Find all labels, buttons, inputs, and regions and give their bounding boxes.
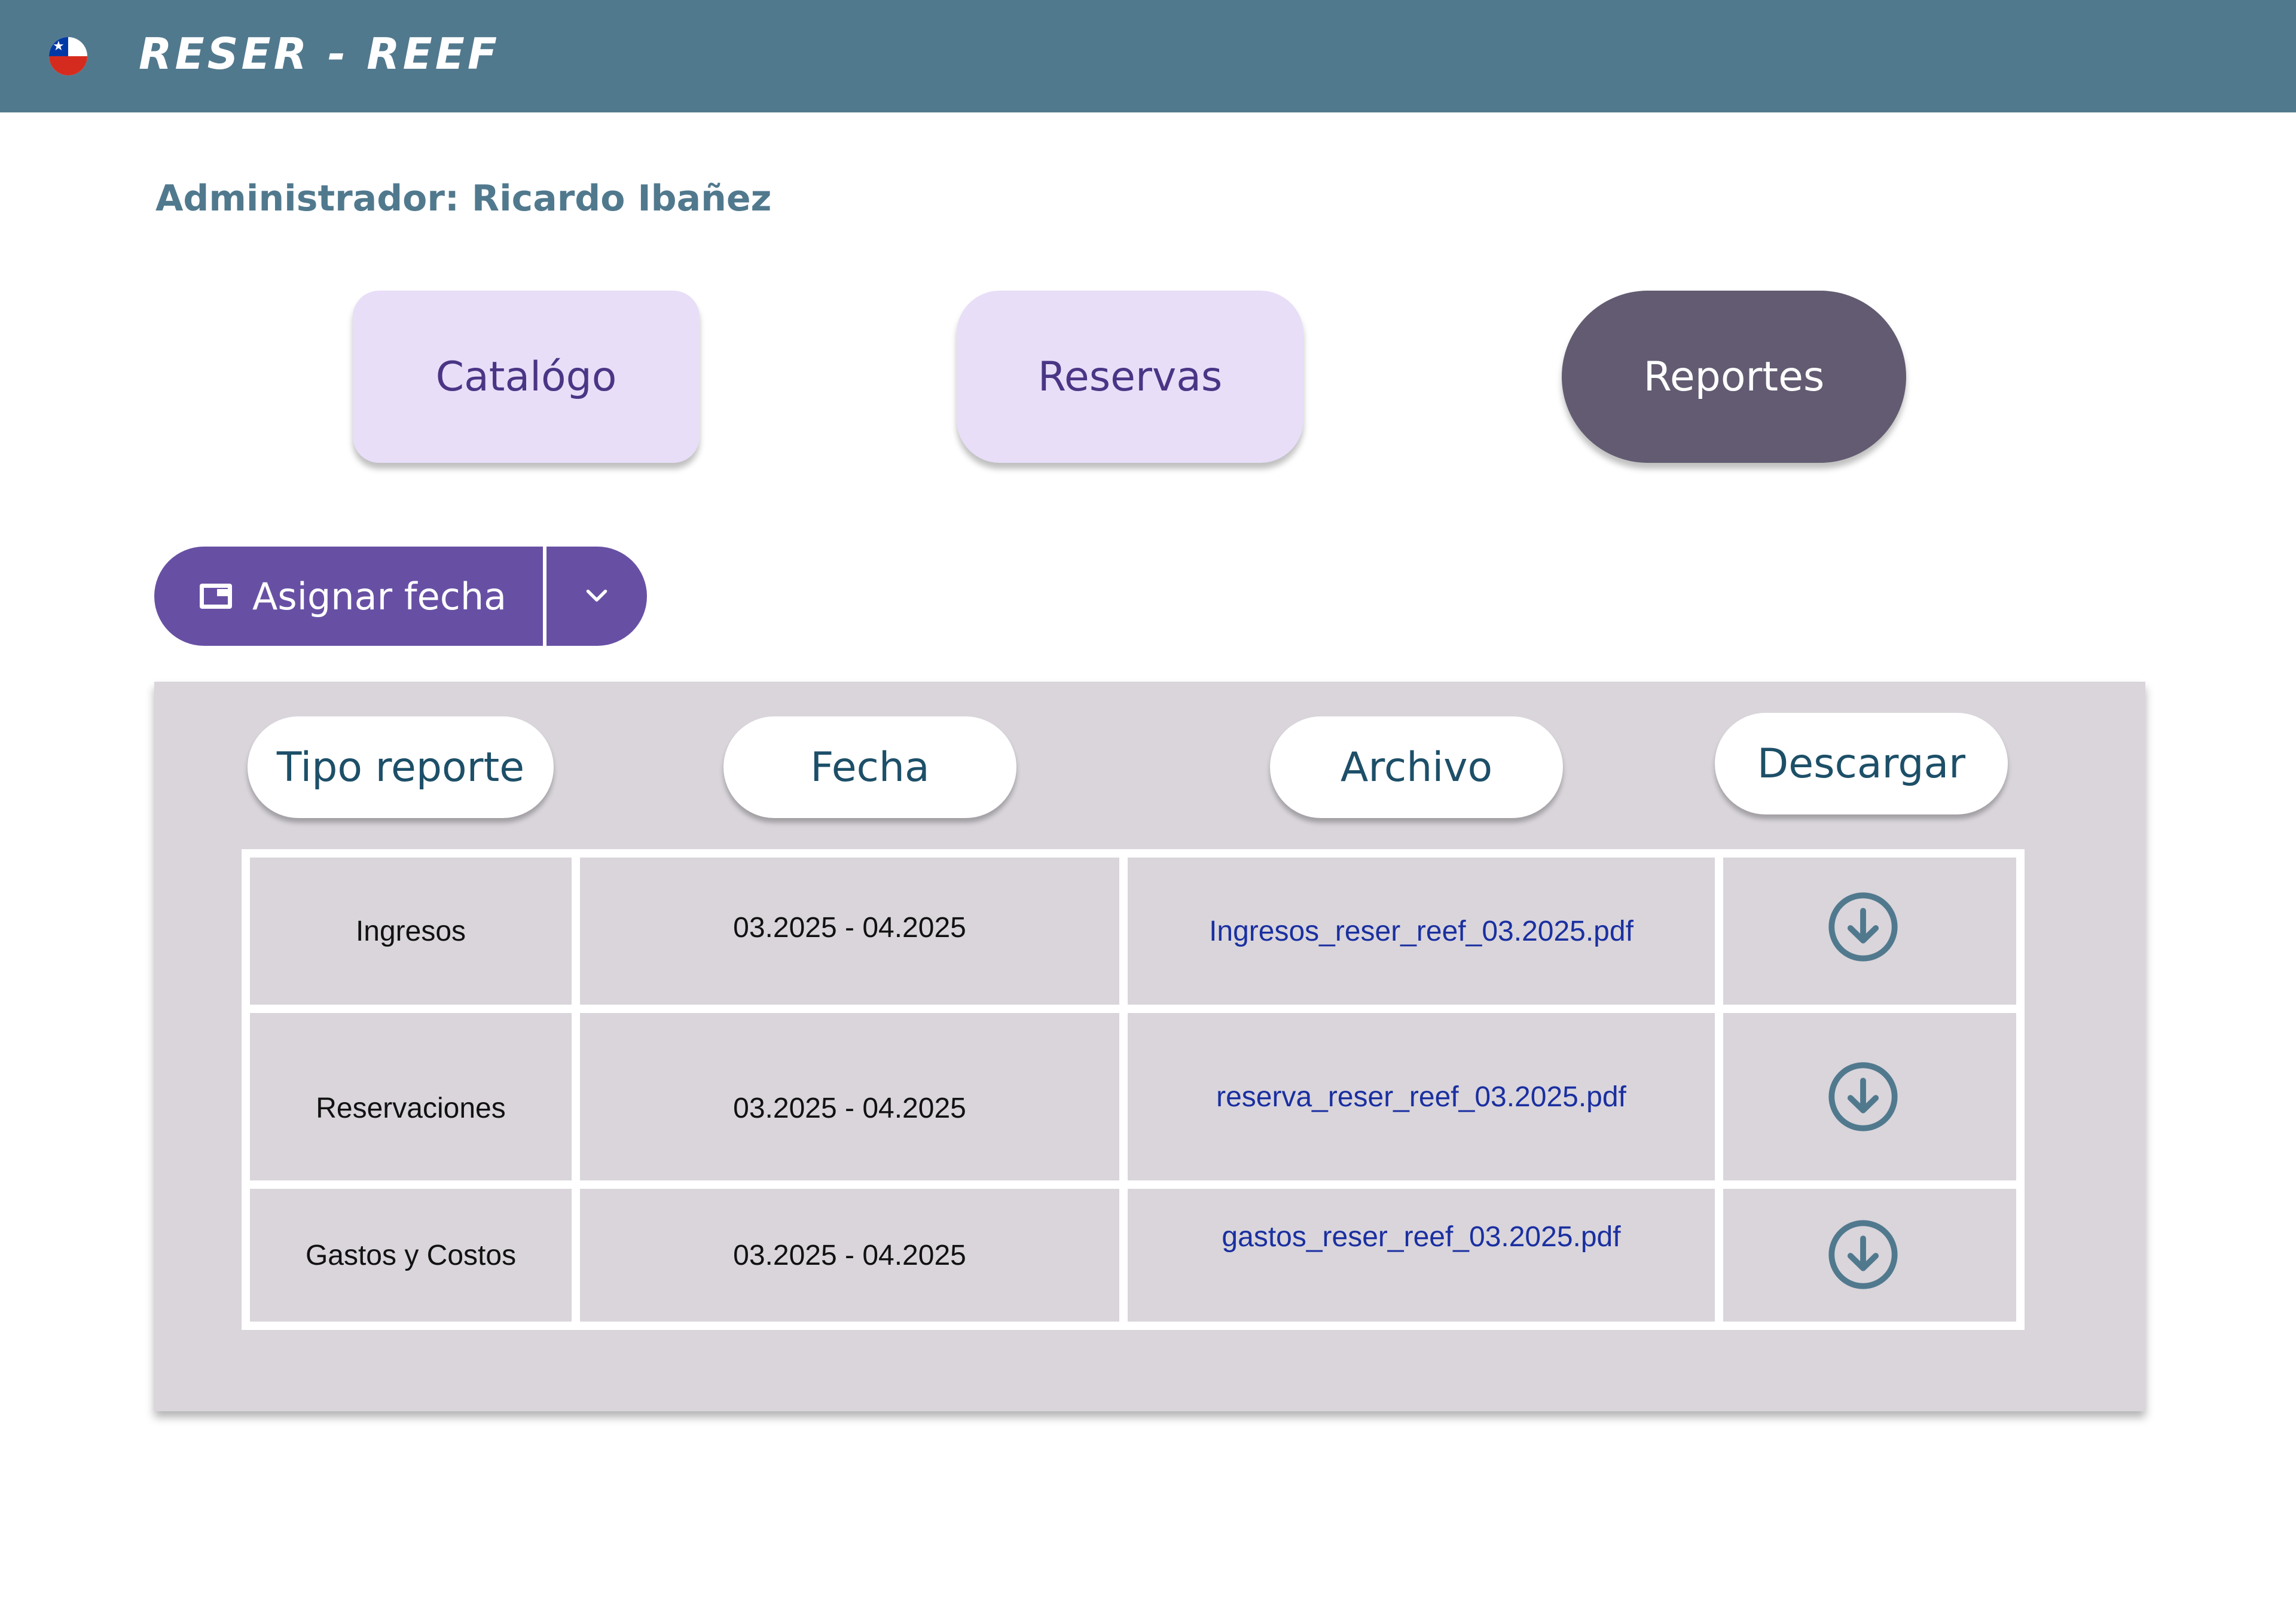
download-icon[interactable] <box>1826 1218 1900 1292</box>
table-col-divider <box>572 849 580 1330</box>
assign-date-dropdown-button[interactable] <box>546 547 647 646</box>
table-border-left <box>242 849 250 1330</box>
cell-tipo: Reservaciones <box>316 1092 506 1124</box>
cell-fecha: 03.2025 - 04.2025 <box>733 911 966 944</box>
header-fecha: Fecha <box>723 716 1016 818</box>
assign-date-button[interactable]: Asignar fecha <box>154 547 543 646</box>
file-link[interactable]: gastos_reser_reef_03.2025.pdf <box>1128 1189 1715 1284</box>
header-archivo: Archivo <box>1270 716 1563 818</box>
download-icon[interactable] <box>1826 890 1900 964</box>
cell-fecha: 03.2025 - 04.2025 <box>733 1239 966 1271</box>
table-col-divider <box>1715 849 1723 1330</box>
table-col-divider <box>1119 849 1128 1330</box>
table-border-bottom <box>242 1322 2025 1330</box>
top-bar: ★ RESER - REEF <box>0 0 2296 112</box>
nav-catalogo-button[interactable]: Catalógo <box>353 291 700 463</box>
table-row-divider <box>242 1005 2025 1013</box>
cell-tipo: Ingresos <box>355 915 466 947</box>
cell-fecha: 03.2025 - 04.2025 <box>733 1092 966 1124</box>
file-link[interactable]: reserva_reser_reef_03.2025.pdf <box>1128 1013 1715 1180</box>
file-link[interactable]: Ingresos_reser_reef_03.2025.pdf <box>1128 858 1715 1005</box>
cell-tipo: Gastos y Costos <box>305 1239 517 1271</box>
table-border-top <box>242 849 2025 858</box>
table-border-right <box>2016 849 2025 1330</box>
assign-date-label: Asignar fecha <box>252 574 507 618</box>
chile-flag-icon: ★ <box>49 37 87 75</box>
admin-label: Administrador: Ricardo Ibañez <box>155 178 772 219</box>
calendar-icon <box>200 584 232 609</box>
app-title: RESER - REEF <box>139 29 500 79</box>
header-tipo-reporte: Tipo reporte <box>248 716 554 818</box>
header-descargar: Descargar <box>1715 713 2008 814</box>
nav-reservas-button[interactable]: Reservas <box>957 291 1303 463</box>
download-icon[interactable] <box>1826 1060 1900 1134</box>
nav-reportes-button[interactable]: Reportes <box>1562 291 1906 463</box>
chevron-down-icon <box>586 589 607 602</box>
